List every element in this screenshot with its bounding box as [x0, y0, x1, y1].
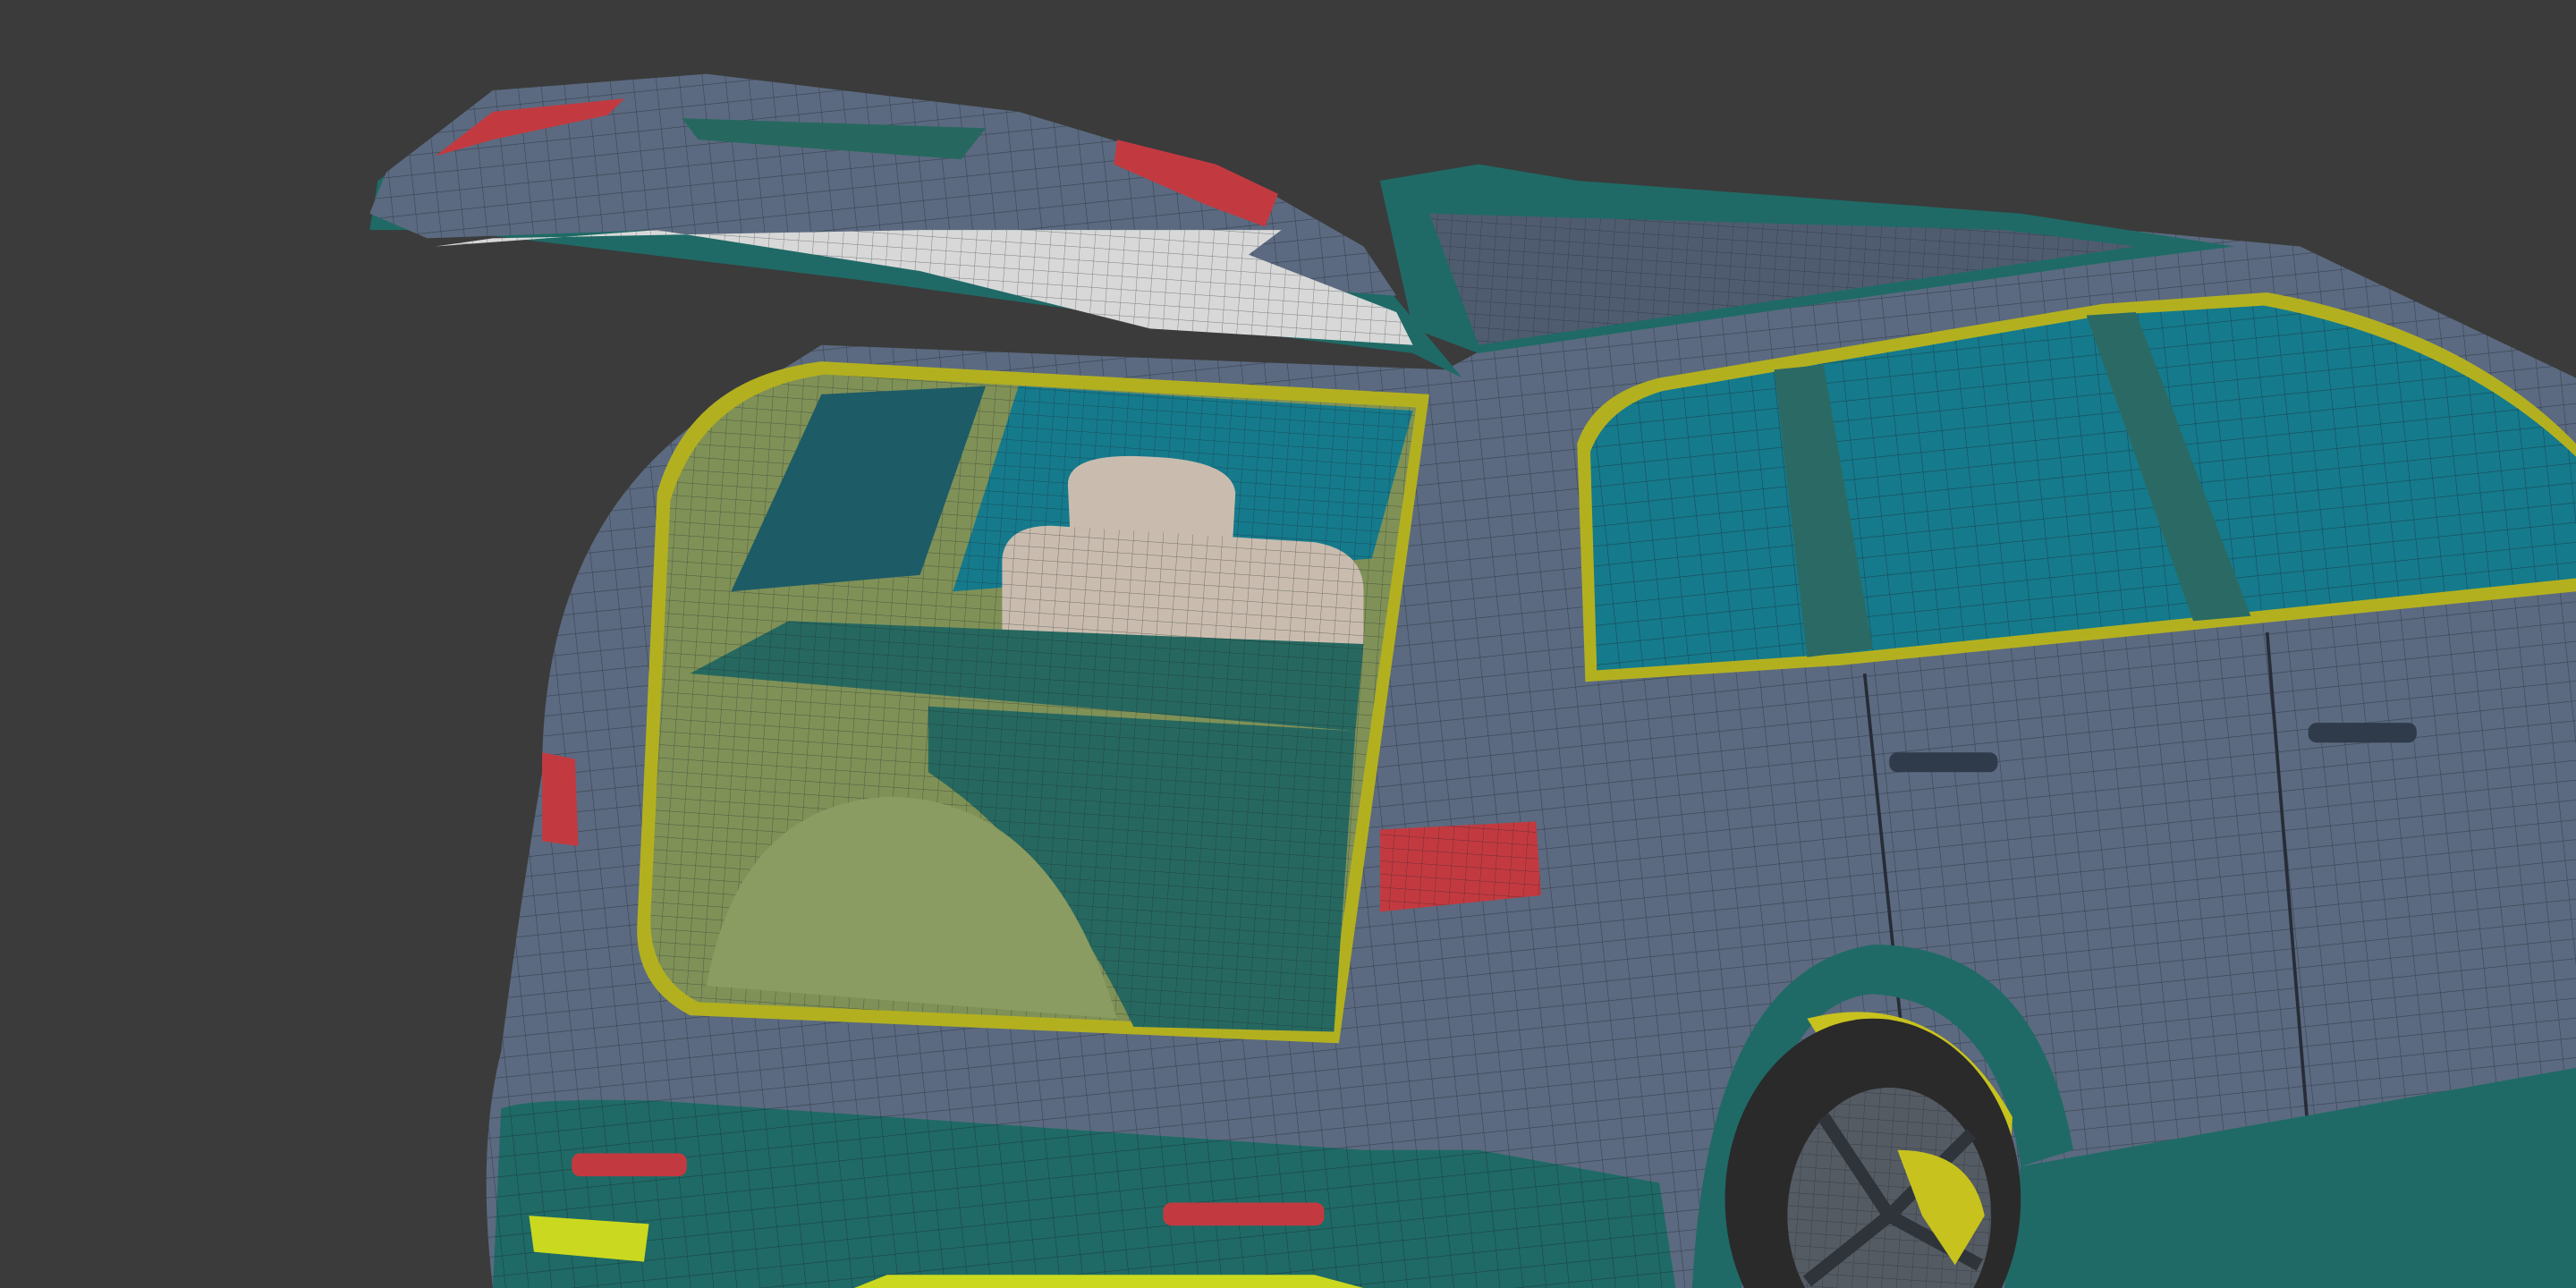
cargo-area	[637, 361, 1429, 1044]
reflector-left	[572, 1153, 687, 1177]
door-handle-rear	[2308, 723, 2417, 743]
door-handle-front	[1889, 752, 1998, 773]
lower-diffuser	[854, 1275, 1364, 1288]
reflector-right	[1163, 1202, 1325, 1226]
car-wireframe-render	[0, 0, 2576, 1288]
tail-light-left	[542, 752, 579, 846]
